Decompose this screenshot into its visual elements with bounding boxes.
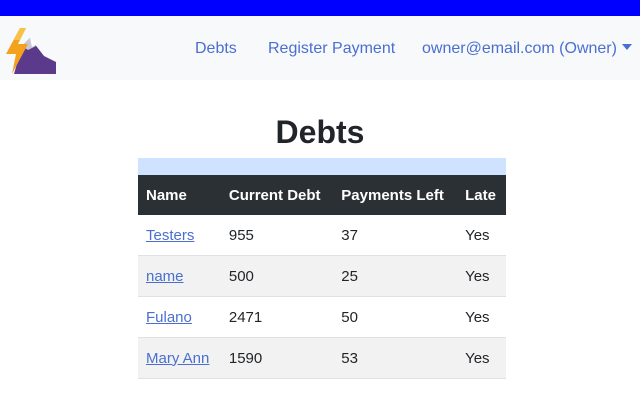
page-title: Debts xyxy=(275,114,365,150)
name-cell: Fulano xyxy=(138,296,221,338)
late-cell: Yes xyxy=(457,337,506,379)
late-cell: Yes xyxy=(457,255,506,297)
table-row: name 500 25 Yes xyxy=(138,255,506,297)
debtor-name-link[interactable]: Mary Ann xyxy=(146,350,209,367)
late-cell: Yes xyxy=(457,215,506,256)
brand-logo-icon[interactable] xyxy=(4,28,58,76)
debts-table: Name Current Debt Payments Left Late Tes… xyxy=(138,175,506,379)
chevron-down-icon xyxy=(621,44,632,50)
table-caption-strip xyxy=(138,158,506,175)
table-row: Fulano 2471 50 Yes xyxy=(138,296,506,338)
payments-left-cell: 53 xyxy=(333,337,458,379)
name-cell: Mary Ann xyxy=(138,337,221,379)
nav-debts-link[interactable]: Debts xyxy=(195,40,237,58)
column-header-payments-left: Payments Left xyxy=(333,175,458,215)
table-row: Testers 955 37 Yes xyxy=(138,215,506,256)
current-debt-cell: 2471 xyxy=(220,296,334,338)
column-header-current-debt: Current Debt xyxy=(220,175,334,215)
payments-left-cell: 50 xyxy=(333,296,458,338)
current-debt-cell: 955 xyxy=(220,215,334,256)
debtor-name-link[interactable]: name xyxy=(146,268,184,285)
debtor-name-link[interactable]: Testers xyxy=(146,227,194,244)
debtor-name-link[interactable]: Fulano xyxy=(146,309,192,326)
table-header-row: Name Current Debt Payments Left Late xyxy=(138,175,506,215)
current-debt-cell: 500 xyxy=(220,255,334,297)
top-color-bar xyxy=(0,0,640,16)
debts-table-container: Name Current Debt Payments Left Late Tes… xyxy=(138,158,506,379)
nav-register-payment-link[interactable]: Register Payment xyxy=(268,40,395,58)
column-header-name: Name xyxy=(138,175,221,215)
late-cell: Yes xyxy=(457,296,506,338)
table-row: Mary Ann 1590 53 Yes xyxy=(138,337,506,379)
name-cell: Testers xyxy=(138,215,221,256)
user-menu-dropdown[interactable]: owner@email.com (Owner) xyxy=(422,40,632,58)
column-header-late: Late xyxy=(457,175,506,215)
payments-left-cell: 37 xyxy=(333,215,458,256)
current-debt-cell: 1590 xyxy=(220,337,334,379)
name-cell: name xyxy=(138,255,221,297)
payments-left-cell: 25 xyxy=(333,255,458,297)
user-menu-label: owner@email.com (Owner) xyxy=(422,40,617,57)
